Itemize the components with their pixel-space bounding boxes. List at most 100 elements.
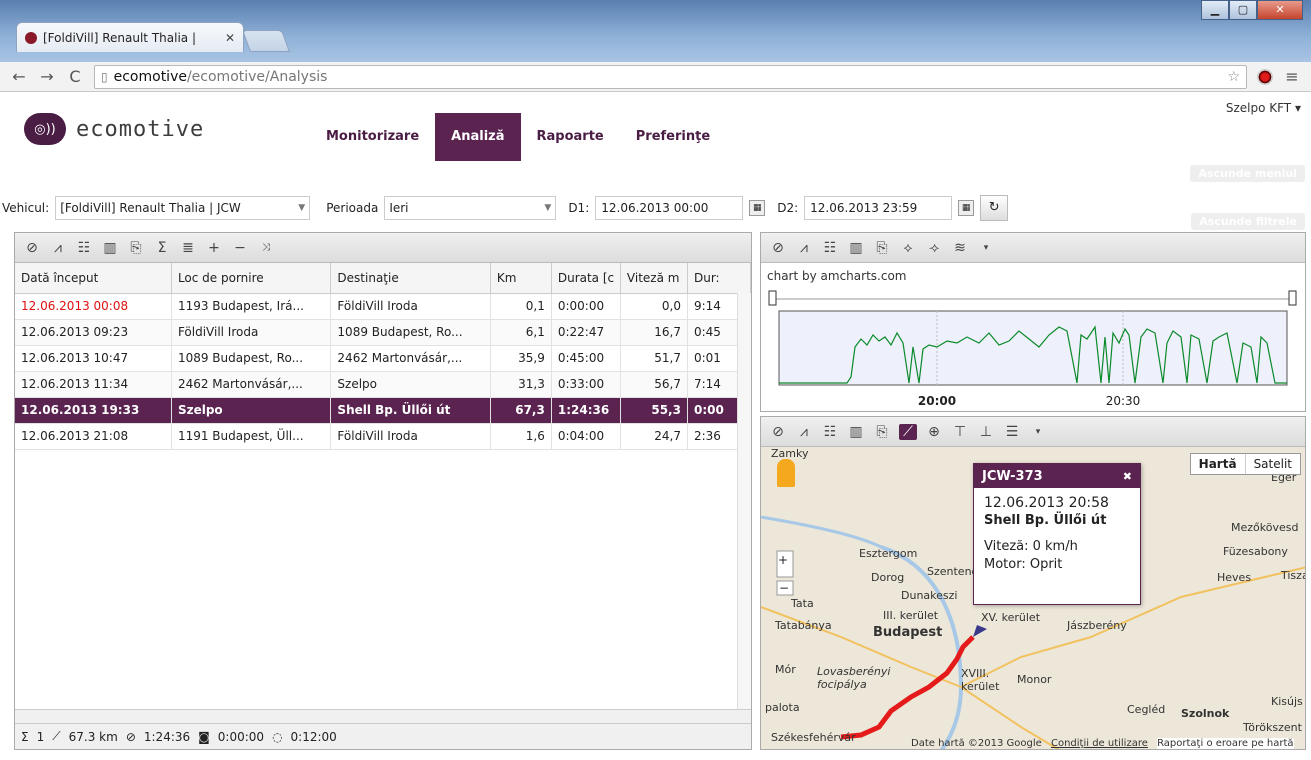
vehicle-select[interactable]: [FoldiVill] Renault Thalia | JCW ▼ bbox=[55, 196, 311, 220]
col-header[interactable]: Dur: bbox=[687, 263, 752, 294]
cell: 6,1 bbox=[490, 319, 552, 346]
logo[interactable]: ◎)) ecomotive bbox=[24, 113, 204, 145]
maximize-icon[interactable]: ▢ bbox=[1229, 0, 1257, 20]
map-label: Budapest bbox=[873, 625, 943, 640]
browser-tab[interactable]: [FoldiVill] Renault Thalia | ✕ bbox=[16, 22, 244, 52]
map-type-map[interactable]: Hartă bbox=[1191, 454, 1246, 474]
stop-time: 0:00:00 bbox=[217, 729, 265, 744]
reload-icon[interactable]: C bbox=[66, 67, 84, 86]
tab-close-icon[interactable]: ✕ bbox=[225, 31, 235, 45]
close-icon[interactable]: ✖ bbox=[1123, 470, 1132, 483]
horizontal-scrollbar[interactable] bbox=[15, 709, 751, 723]
crosshair-icon[interactable]: ⊕ bbox=[925, 424, 943, 440]
table-header: Dată început Loc de pornire Destinaţie K… bbox=[15, 263, 752, 294]
report-error-link[interactable]: Raportaţi o eroare pe hartă bbox=[1157, 738, 1294, 749]
d1-input[interactable]: 12.06.2013 00:00 bbox=[595, 196, 744, 220]
col-header[interactable]: Loc de pornire bbox=[171, 263, 332, 294]
popup-speed: Viteză: 0 km/h bbox=[984, 539, 1078, 554]
chevron-down-icon[interactable]: ▾ bbox=[1029, 427, 1047, 437]
map-label: Mezőkövesd bbox=[1231, 521, 1299, 534]
url-path: /ecomotive/Analysis bbox=[186, 68, 328, 85]
vehicle-popup: JCW-373 ✖ 12.06.2013 20:58 Shell Bp. Üll… bbox=[973, 463, 1141, 605]
col-header[interactable]: Km bbox=[490, 263, 552, 294]
list-icon[interactable]: ☷ bbox=[821, 240, 839, 256]
chart-lines-icon[interactable]: ⩘ bbox=[49, 240, 67, 256]
table-row[interactable]: 12.06.2013 11:34 2462 Martonvásár,... Sz… bbox=[15, 371, 752, 398]
chart-lines-icon[interactable]: ⩘ bbox=[795, 240, 813, 256]
idle-time: 0:12:00 bbox=[290, 729, 337, 744]
layers-icon[interactable]: ☰ bbox=[1003, 424, 1021, 440]
table-row[interactable]: 12.06.2013 09:23 FöldiVill Iroda 1089 Bu… bbox=[15, 319, 752, 346]
popup-body: 12.06.2013 20:58 Shell Bp. Üllői út Vite… bbox=[974, 488, 1140, 580]
address-bar[interactable]: ▯ ecomotive/ecomotive/Analysis ☆ bbox=[94, 64, 1247, 89]
minimize-icon[interactable]: ▁ bbox=[1201, 0, 1229, 20]
new-tab-button[interactable] bbox=[241, 30, 291, 52]
extension-icon[interactable] bbox=[1257, 68, 1273, 85]
speedometer-icon[interactable]: ⊘ bbox=[23, 240, 41, 256]
map-label: Székesfehérvár bbox=[771, 731, 856, 744]
chevron-down-icon[interactable]: ▾ bbox=[977, 243, 995, 253]
account-menu[interactable]: Szelpo KFT ▾ bbox=[1226, 101, 1301, 115]
nav-monitorizare[interactable]: Monitorizare bbox=[310, 117, 435, 161]
nav-rapoarte[interactable]: Rapoarte bbox=[521, 117, 620, 161]
refresh-button[interactable]: ↻ bbox=[980, 195, 1009, 221]
calendar-icon[interactable]: ▦ bbox=[958, 200, 975, 216]
col-header[interactable]: Destinaţie bbox=[330, 263, 491, 294]
export-icon[interactable]: ⎘ bbox=[127, 240, 145, 256]
map-type-satellite[interactable]: Satelit bbox=[1246, 454, 1300, 474]
nav-preferinte[interactable]: Preferinţe bbox=[620, 117, 726, 161]
zoom-out-icon[interactable]: ⟢ bbox=[925, 240, 943, 256]
chart-lines-icon[interactable]: ⩘ bbox=[795, 424, 813, 440]
speedometer-icon[interactable]: ⊘ bbox=[769, 240, 787, 256]
columns-icon[interactable]: ▥ bbox=[847, 240, 865, 256]
street-view-icon[interactable] bbox=[777, 459, 795, 487]
speedometer-icon[interactable]: ⊘ bbox=[769, 424, 787, 440]
period-select[interactable]: Ieri ▼ bbox=[384, 196, 557, 220]
hide-menu-button[interactable]: Ascunde meniul bbox=[1190, 165, 1305, 182]
align-icon[interactable]: ≣ bbox=[179, 240, 197, 256]
cell: 2462 Martonvásár,... bbox=[171, 371, 332, 398]
hide-filters-button[interactable]: Ascunde filtrele bbox=[1191, 213, 1305, 230]
list-icon[interactable]: ☷ bbox=[821, 424, 839, 440]
table-row[interactable]: 12.06.2013 10:47 1089 Budapest, Ro... 24… bbox=[15, 345, 752, 372]
map-copyright: Date hartă ©2013 Google bbox=[911, 738, 1042, 749]
col-header[interactable]: Durata [c bbox=[551, 263, 621, 294]
list-icon[interactable]: ☷ bbox=[75, 240, 93, 256]
terms-link[interactable]: Condiţii de utilizare bbox=[1051, 738, 1148, 749]
minus-icon[interactable]: − bbox=[231, 240, 249, 256]
popup-motor: Motor: Oprit bbox=[984, 557, 1063, 572]
export-icon[interactable]: ⎘ bbox=[873, 424, 891, 440]
zoom-in-icon[interactable]: + bbox=[778, 553, 788, 567]
map-label: Szolnok bbox=[1181, 707, 1230, 720]
marker-add-icon[interactable]: ⊤ bbox=[951, 424, 969, 440]
col-header[interactable]: Viteză m bbox=[620, 263, 688, 294]
url-host: ecomotive bbox=[113, 68, 187, 85]
map-label: Cegléd bbox=[1127, 703, 1166, 716]
table-row-selected[interactable]: 12.06.2013 19:33 Szelpo Shell Bp. Üllői … bbox=[15, 397, 752, 424]
columns-icon[interactable]: ▥ bbox=[847, 424, 865, 440]
table-row[interactable]: 12.06.2013 00:08 1193 Budapest, Irá... F… bbox=[15, 293, 752, 320]
plus-icon[interactable]: + bbox=[205, 240, 223, 256]
d2-input[interactable]: 12.06.2013 23:59 bbox=[804, 196, 953, 220]
marker-remove-icon[interactable]: ⊥ bbox=[977, 424, 995, 440]
export-icon[interactable]: ⎘ bbox=[873, 240, 891, 256]
route-icon[interactable]: ⟋ bbox=[899, 423, 917, 440]
bookmark-star-icon[interactable]: ☆ bbox=[1227, 69, 1240, 85]
speed-chart[interactable]: 20:00 20:30 bbox=[767, 287, 1299, 413]
sum-icon[interactable]: Σ bbox=[153, 240, 171, 256]
zoom-icon[interactable]: ⟡ bbox=[899, 240, 917, 256]
zoom-out-icon[interactable]: − bbox=[779, 581, 789, 595]
forward-icon[interactable]: → bbox=[38, 67, 56, 86]
table-row[interactable]: 12.06.2013 21:08 1191 Budapest, Üll... F… bbox=[15, 423, 752, 450]
back-icon[interactable]: ← bbox=[10, 67, 28, 86]
map-view[interactable]: + − Zamky Esztergom Dorog Szentendre Dun… bbox=[761, 447, 1305, 749]
vertical-scrollbar[interactable] bbox=[737, 293, 751, 711]
menu-icon[interactable]: ≡ bbox=[1283, 67, 1301, 86]
columns-icon[interactable]: ▥ bbox=[101, 240, 119, 256]
shuffle-icon[interactable]: ⤨ bbox=[257, 242, 275, 253]
series-icon[interactable]: ≋ bbox=[951, 240, 969, 256]
close-window-icon[interactable]: ✕ bbox=[1257, 0, 1303, 20]
calendar-icon[interactable]: ▦ bbox=[749, 200, 766, 216]
nav-analiza[interactable]: Analiză bbox=[435, 113, 521, 161]
col-header[interactable]: Dată început bbox=[15, 263, 172, 294]
